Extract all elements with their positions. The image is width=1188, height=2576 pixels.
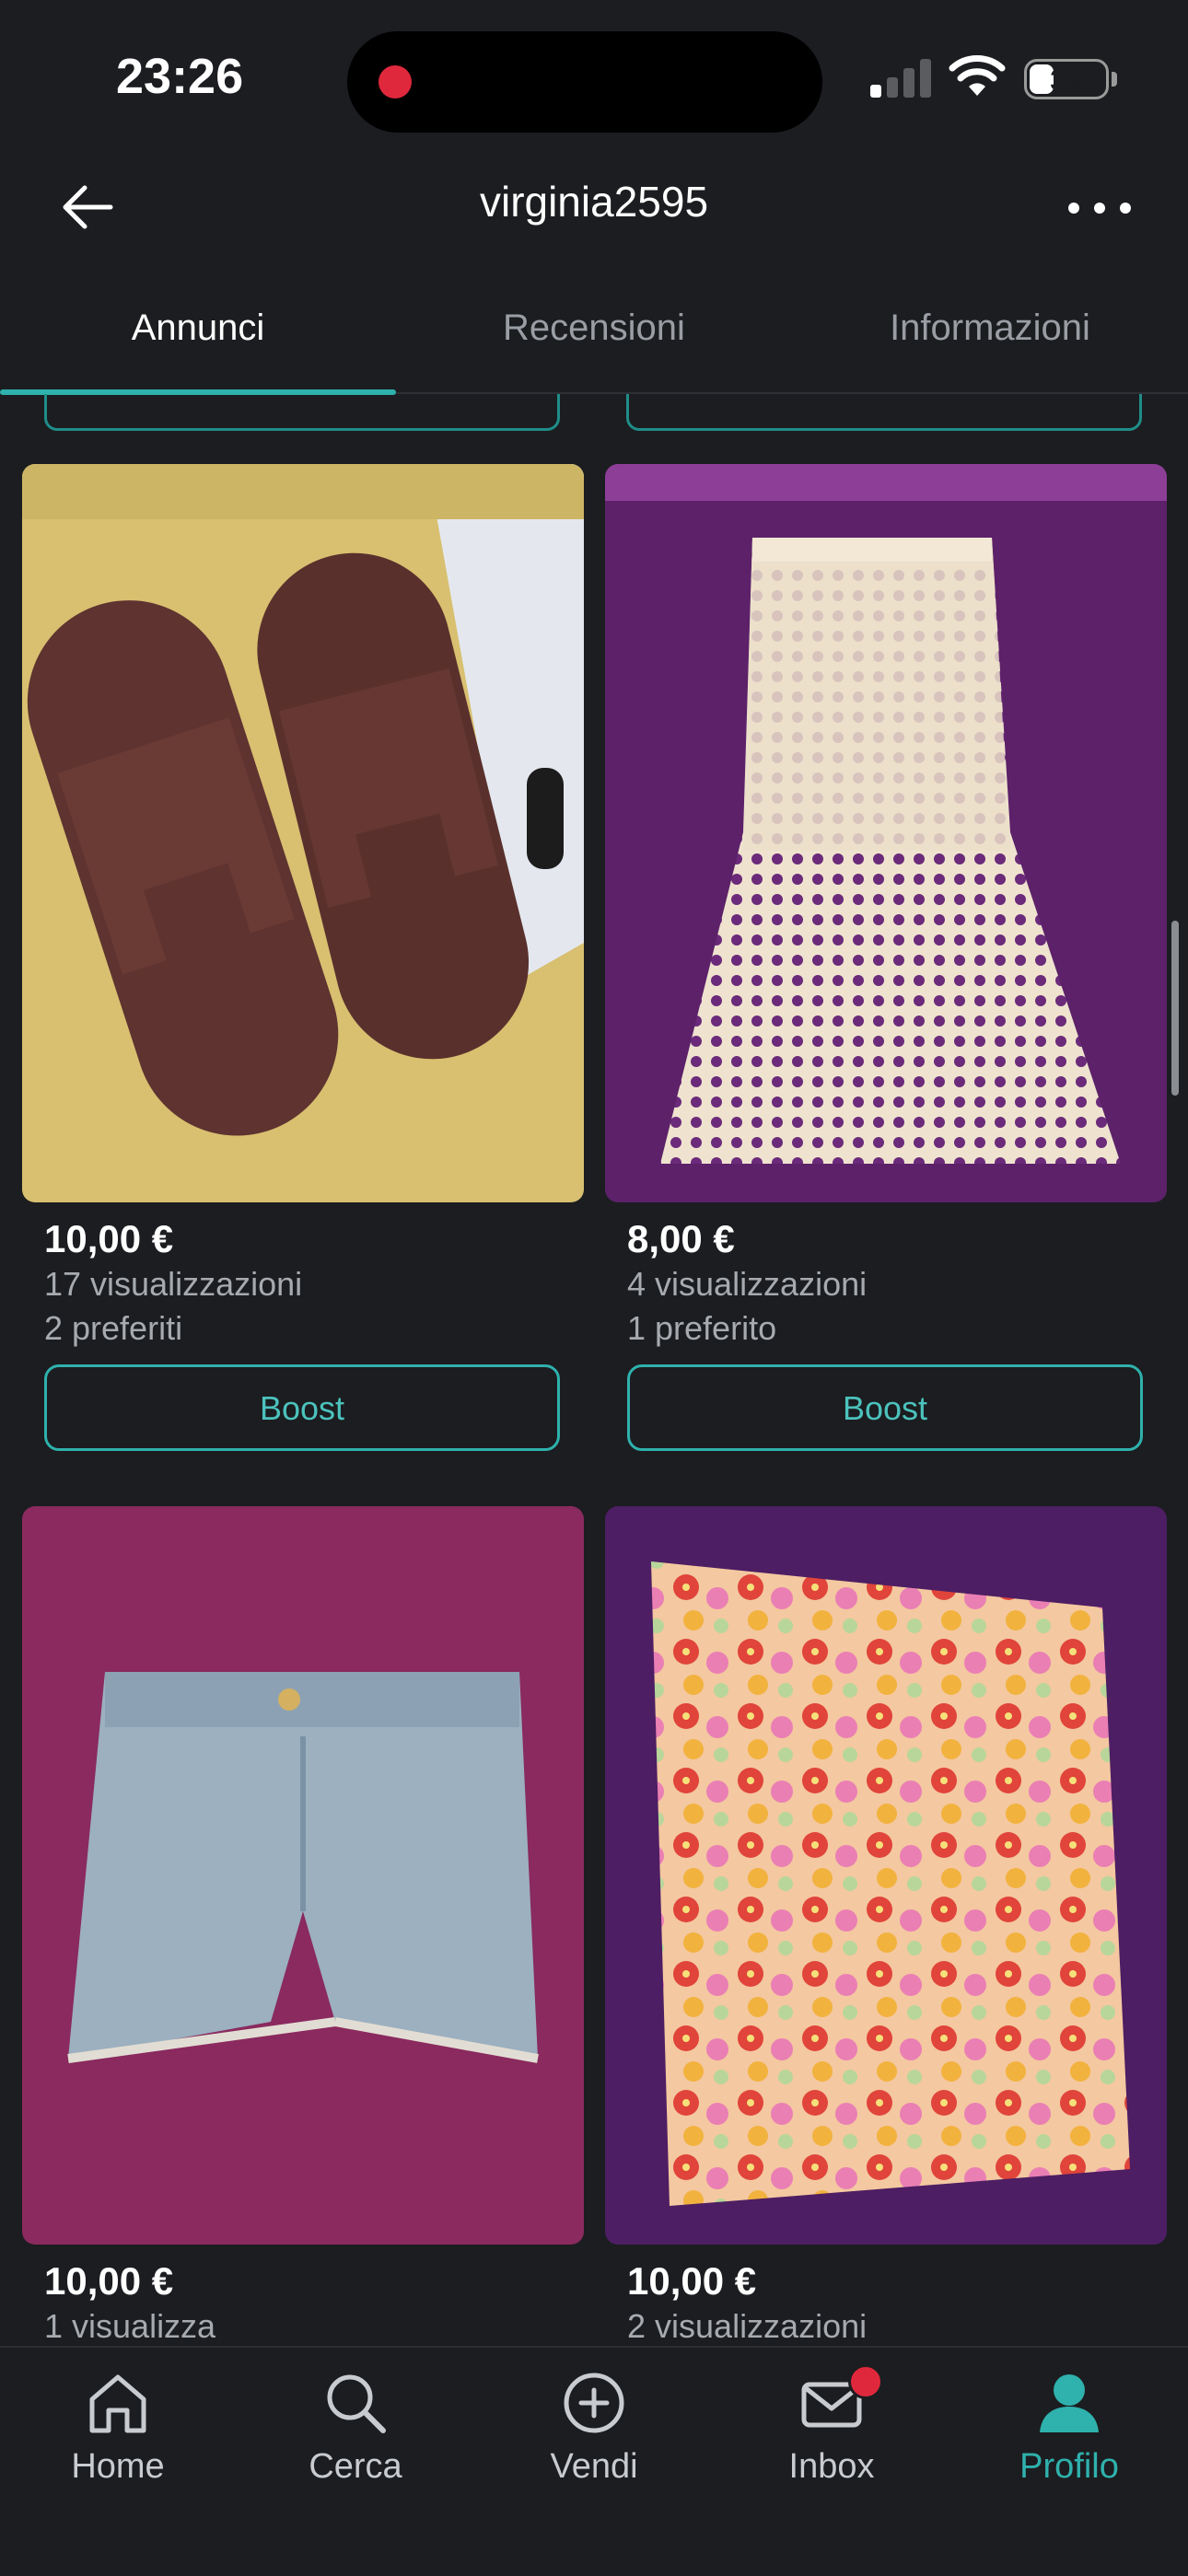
- listing-price: 10,00 €: [44, 2259, 174, 2303]
- notification-badge: [848, 2364, 883, 2399]
- more-options-icon[interactable]: [1065, 184, 1135, 230]
- dynamic-island: [347, 31, 822, 133]
- nav-label: Vendi: [550, 2447, 638, 2486]
- status-time: 23:26: [116, 49, 244, 104]
- search-icon: [327, 2374, 386, 2433]
- boost-button-partial[interactable]: [44, 394, 560, 431]
- listing-photo-denim-shorts[interactable]: [22, 1506, 584, 2245]
- bottom-nav: Home Cerca Vendi Inbox Profilo: [0, 2346, 1188, 2576]
- status-bar: 23:26 31: [0, 0, 1188, 157]
- boost-button[interactable]: Boost: [44, 1364, 560, 1451]
- listing-photo-sandals[interactable]: [22, 464, 584, 1202]
- nav-sell[interactable]: Vendi: [502, 2366, 686, 2487]
- listing-photo-skirt[interactable]: [605, 464, 1167, 1202]
- nav-inbox[interactable]: Inbox: [740, 2364, 924, 2487]
- page-title: virginia2595: [479, 178, 709, 226]
- battery-icon: 31: [1024, 59, 1109, 99]
- boost-button-partial[interactable]: [626, 394, 1142, 431]
- battery-level: 31: [1050, 64, 1083, 97]
- nav-search[interactable]: Cerca: [263, 2366, 448, 2487]
- listing-price: 10,00 €: [44, 1217, 174, 1260]
- listing-price: 10,00 €: [627, 2259, 757, 2303]
- battery-tip: [1112, 72, 1117, 87]
- listings-grid: 10,00 € 17 visualizzazioni 2 preferiti B…: [0, 394, 1188, 2346]
- listing-favorites: 1 preferito: [627, 1309, 777, 1347]
- nav-home[interactable]: Home: [26, 2366, 210, 2487]
- home-icon: [89, 2374, 146, 2433]
- tab-recensioni[interactable]: Recensioni: [396, 307, 792, 349]
- listing-favorites: 2 preferiti: [44, 1309, 183, 1347]
- tab-annunci[interactable]: Annunci: [0, 307, 396, 349]
- scrollbar[interactable]: [1171, 921, 1179, 1096]
- plus-circle-icon: [564, 2373, 624, 2433]
- listing-views: 4 visualizzazioni: [627, 1265, 868, 1303]
- listing-price: 8,00 €: [627, 1217, 735, 1260]
- listing-photo-floral-skirt[interactable]: [605, 1506, 1167, 2245]
- nav-profile[interactable]: Profilo: [977, 2366, 1161, 2487]
- listing-views: 17 visualizzazioni: [44, 1265, 303, 1303]
- listing-views: 2 visualizzazioni: [627, 2307, 868, 2345]
- profile-icon: [1040, 2374, 1099, 2432]
- nav-label: Profilo: [1019, 2447, 1119, 2486]
- wifi-icon: [949, 55, 1006, 96]
- listing-views: 1 visualizza: [44, 2307, 216, 2345]
- nav-label: Cerca: [309, 2447, 402, 2486]
- boost-button[interactable]: Boost: [627, 1364, 1143, 1451]
- cellular-signal-icon: [870, 57, 935, 98]
- nav-label: Inbox: [788, 2447, 875, 2486]
- nav-label: Home: [71, 2447, 165, 2486]
- recording-indicator-icon: [379, 65, 412, 99]
- profile-tabs: Annunci Recensioni Informazioni: [0, 285, 1188, 395]
- tab-informazioni[interactable]: Informazioni: [792, 307, 1188, 349]
